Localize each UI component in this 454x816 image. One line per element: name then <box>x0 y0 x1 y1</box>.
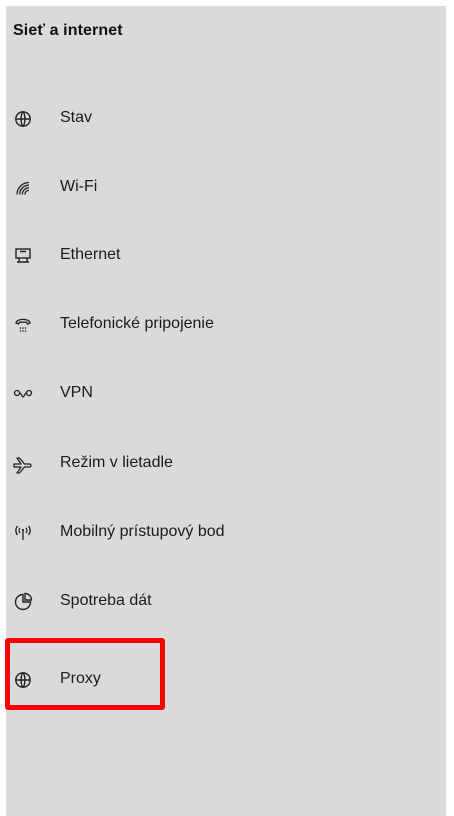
sidebar-item-proxy[interactable]: Proxy <box>6 658 446 702</box>
sidebar-item-ethernet[interactable]: Ethernet <box>6 234 446 278</box>
sidebar-nav: Sieť a internet Stav Wi-Fi Ethernet Tele… <box>6 6 446 816</box>
sidebar-item-wifi[interactable]: Wi-Fi <box>6 166 446 210</box>
settings-panel: Sieť a internet Stav Wi-Fi Ethernet Tele… <box>0 0 454 816</box>
globe-icon <box>11 668 35 692</box>
sidebar-item-rezim-v-lietadle[interactable]: Režim v lietadle <box>6 442 446 486</box>
sidebar-item-label: Režim v lietadle <box>60 454 173 471</box>
sidebar-item-label: Telefonické pripojenie <box>60 315 214 332</box>
sidebar-item-telefonicke-pripojenie[interactable]: Telefonické pripojenie <box>6 303 446 347</box>
sidebar-item-stav[interactable]: Stav <box>6 97 446 141</box>
sidebar-item-mobilny-pristupovy-bod[interactable]: Mobilný prístupový bod <box>6 511 446 555</box>
sidebar-item-vpn[interactable]: VPN <box>6 372 446 416</box>
sidebar-item-label: Wi-Fi <box>60 178 98 195</box>
sidebar-item-label: Ethernet <box>60 246 121 263</box>
section-title: Sieť a internet <box>13 22 123 39</box>
sidebar-item-label: VPN <box>60 384 93 401</box>
globe-icon <box>11 107 35 131</box>
vpn-icon <box>11 382 35 406</box>
sidebar-item-label: Spotreba dát <box>60 592 152 609</box>
airplane-icon <box>11 452 35 476</box>
sidebar-item-label: Stav <box>60 109 93 126</box>
data-usage-icon <box>11 590 35 614</box>
sidebar-item-label: Proxy <box>60 670 101 687</box>
wifi-icon <box>11 176 35 200</box>
ethernet-icon <box>11 244 35 268</box>
hotspot-icon <box>11 521 35 545</box>
sidebar-item-label: Mobilný prístupový bod <box>60 523 225 540</box>
sidebar-item-spotreba-dat[interactable]: Spotreba dát <box>6 580 446 624</box>
dial-up-icon <box>11 313 35 337</box>
